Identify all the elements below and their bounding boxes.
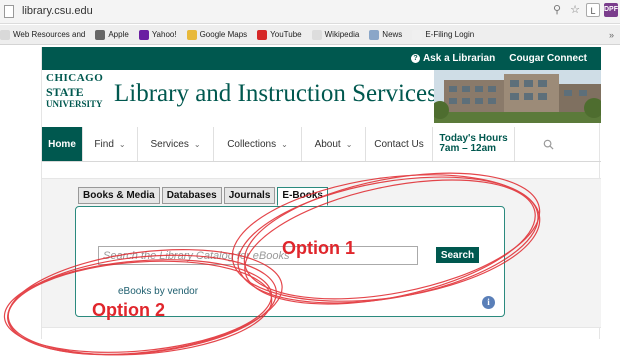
- todays-hours[interactable]: Today's Hours 7am – 12am: [433, 127, 515, 161]
- bookmark-item[interactable]: Google Maps: [186, 29, 248, 40]
- bookmark-item[interactable]: Wikipedia: [311, 29, 360, 40]
- chevron-down-icon: ⌄: [118, 139, 126, 149]
- bookmark-favicon-icon: [0, 29, 10, 40]
- nav-find[interactable]: Find ⌄: [83, 127, 138, 161]
- nav-collections[interactable]: Collections ⌄: [214, 127, 302, 161]
- bookmarks-bar: Web Resources and Apple Yahoo! Google Maps Y…: [0, 25, 620, 45]
- nav-contact-us[interactable]: Contact Us: [366, 127, 433, 161]
- ask-librarian-link[interactable]: ? Ask a Librarian: [410, 53, 496, 64]
- site-banner: CHICAGO STATE UNIVERSITY Library and Ins…: [42, 70, 601, 123]
- search-tabs: Books & Media Databases Journals E-Books: [78, 187, 328, 206]
- logo-line-2: STATE: [46, 85, 84, 99]
- nav-find-label: Find: [94, 138, 114, 150]
- search-button[interactable]: Search: [436, 247, 479, 263]
- nav-collections-label: Collections: [227, 138, 277, 150]
- bookmark-label: YouTube: [270, 30, 302, 39]
- bookmark-favicon-icon: [412, 29, 423, 40]
- bookmark-label: Google Maps: [199, 30, 248, 39]
- tab-databases[interactable]: Databases: [161, 187, 222, 204]
- zoom-icon[interactable]: ⚲: [550, 3, 564, 17]
- browser-address-bar[interactable]: library.csu.edu ⚲ ☆ L DPF: [0, 0, 620, 24]
- browser-toolbar-icons: ⚲ ☆ L DPF: [550, 3, 618, 17]
- bookmark-favicon-icon: [311, 29, 322, 40]
- bookmark-item[interactable]: Web Resources and: [0, 29, 86, 40]
- utility-bar: ? Ask a Librarian Cougar Connect: [42, 47, 601, 70]
- chevron-down-icon: ⌄: [345, 139, 353, 149]
- bookmark-item[interactable]: E-Filing Login: [412, 29, 475, 40]
- csu-logo[interactable]: CHICAGO STATE UNIVERSITY: [46, 73, 110, 119]
- nav-services-label: Services: [150, 138, 189, 150]
- ebooks-by-vendor-link[interactable]: eBooks by vendor: [118, 286, 198, 297]
- option-1-label: Option 1: [282, 238, 355, 258]
- nav-services[interactable]: Services ⌄: [138, 127, 214, 161]
- bookmark-favicon-icon: [95, 29, 106, 40]
- bookmark-label: Web Resources and: [13, 30, 86, 39]
- library-website: ? Ask a Librarian Cougar Connect CHICAGO…: [41, 47, 601, 339]
- profile-button[interactable]: L: [586, 3, 600, 17]
- info-icon[interactable]: i: [482, 296, 495, 309]
- extension-icon[interactable]: DPF: [604, 3, 618, 17]
- tab-books-media[interactable]: Books & Media: [78, 187, 160, 204]
- bookmarks-more-icon[interactable]: »: [609, 30, 614, 40]
- page-icon: [4, 5, 14, 18]
- ask-librarian-label: Ask a Librarian: [422, 53, 496, 64]
- question-icon: ?: [410, 54, 420, 63]
- bookmark-favicon-icon: [138, 29, 149, 40]
- main-navigation: Home Find ⌄ Services ⌄ Collections ⌄ About ⌄…: [42, 127, 601, 162]
- option-2-label: Option 2: [92, 300, 165, 320]
- cougar-connect-link[interactable]: Cougar Connect: [509, 53, 587, 64]
- nav-about[interactable]: About ⌄: [302, 127, 366, 161]
- nav-home[interactable]: Home: [42, 127, 83, 161]
- library-building-image: [434, 70, 601, 123]
- hours-value: 7am – 12am: [439, 143, 497, 154]
- tab-e-books[interactable]: E-Books: [277, 187, 328, 206]
- chevron-down-icon: ⌄: [281, 139, 288, 149]
- bookmark-favicon-icon: [369, 29, 380, 40]
- tab-journals[interactable]: Journals: [223, 187, 276, 204]
- bookmark-label: Wikipedia: [324, 30, 360, 39]
- bookmark-item[interactable]: News: [369, 29, 403, 40]
- logo-line-3: UNIVERSITY: [46, 99, 103, 109]
- bookmark-item[interactable]: Apple: [95, 29, 129, 40]
- search-input[interactable]: [98, 246, 418, 265]
- search-icon: [543, 139, 554, 150]
- bookmark-label: E-Filing Login: [425, 30, 475, 39]
- bookmark-favicon-icon: [257, 29, 268, 40]
- url-text[interactable]: library.csu.edu: [22, 5, 93, 17]
- bookmark-label: Yahoo!: [151, 30, 177, 39]
- bookmark-label: Apple: [108, 30, 129, 39]
- bookmark-item[interactable]: Yahoo!: [138, 29, 177, 40]
- bookmark-label: News: [382, 30, 403, 39]
- nav-about-label: About: [314, 138, 341, 150]
- nav-search[interactable]: [515, 127, 581, 161]
- chevron-down-icon: ⌄: [193, 139, 201, 149]
- site-title: Library and Instruction Services: [114, 80, 437, 107]
- logo-line-1: CHICAGO: [46, 72, 104, 84]
- bookmark-star-icon[interactable]: ☆: [568, 3, 582, 17]
- bookmark-item[interactable]: YouTube: [257, 29, 302, 40]
- bookmark-favicon-icon: [186, 29, 197, 40]
